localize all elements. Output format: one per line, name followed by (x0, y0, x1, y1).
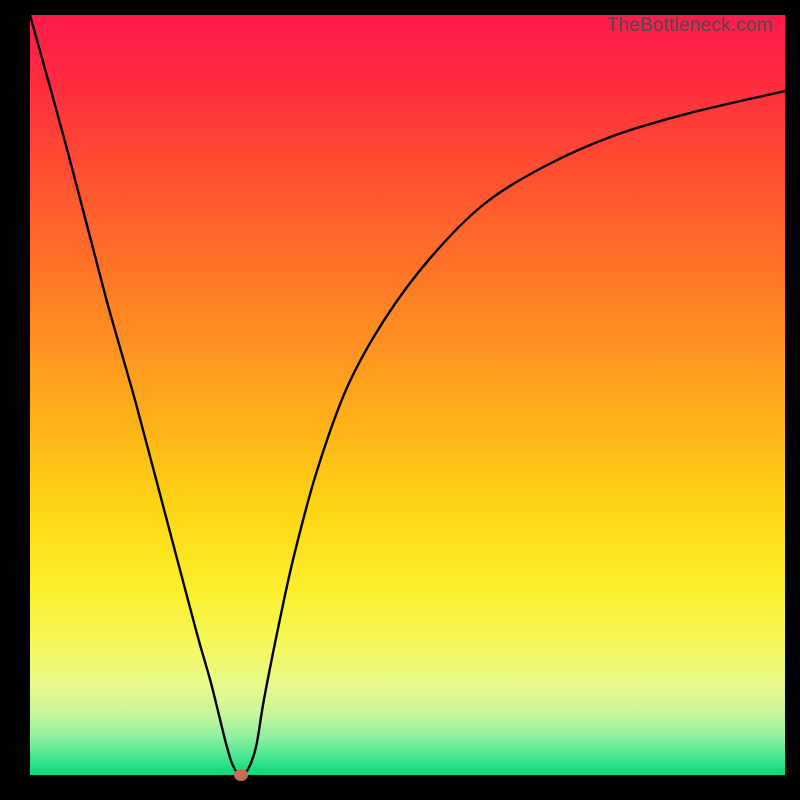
chart-frame: TheBottleneck.com (0, 0, 800, 800)
plot-area: TheBottleneck.com (30, 15, 785, 775)
minimum-marker (234, 769, 248, 781)
bottleneck-curve-path (30, 15, 785, 775)
watermark-text: TheBottleneck.com (607, 15, 773, 37)
curve-svg (30, 15, 785, 775)
